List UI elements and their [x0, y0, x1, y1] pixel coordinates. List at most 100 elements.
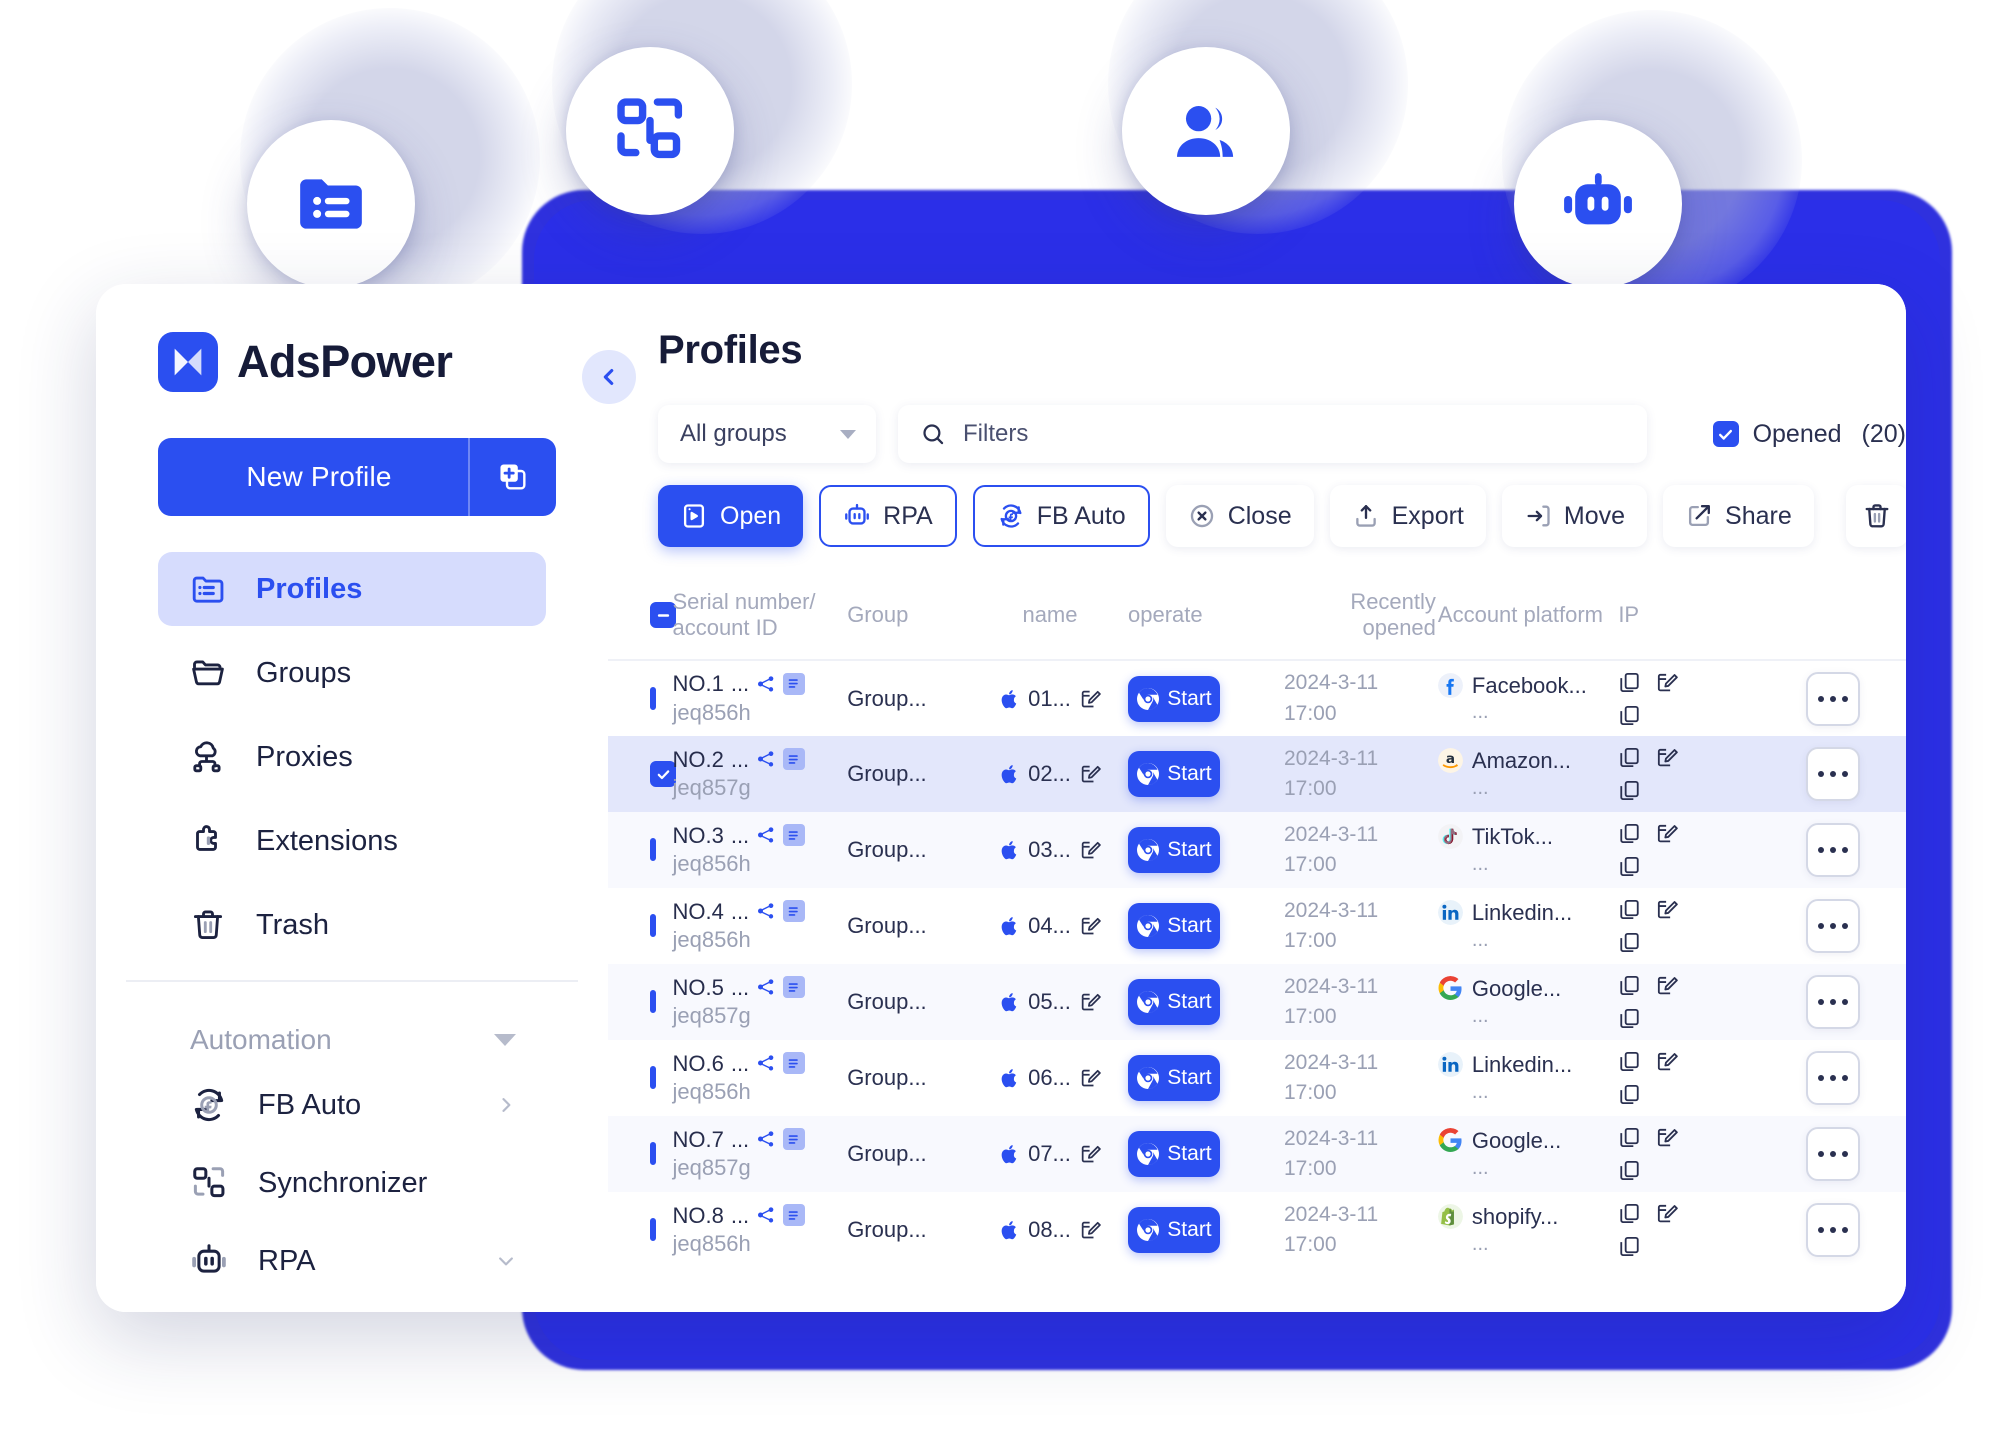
start-button[interactable]: Start: [1127, 751, 1220, 797]
table-row[interactable]: NO.3 ... jeq856h Group... 03... Start 20…: [608, 812, 1906, 888]
row-more-button[interactable]: [1806, 671, 1861, 726]
row-more-button[interactable]: [1806, 1051, 1861, 1105]
edit-icon[interactable]: [1655, 822, 1679, 845]
share-nodes-icon[interactable]: [756, 749, 776, 769]
sidebar-item-fb-auto[interactable]: FB Auto: [96, 1066, 608, 1144]
start-button[interactable]: Start: [1127, 979, 1220, 1025]
copy-icon[interactable]: [1618, 1202, 1641, 1225]
share-nodes-icon[interactable]: [756, 1205, 776, 1225]
open-button[interactable]: Open: [658, 485, 804, 547]
edit-icon[interactable]: [1655, 898, 1679, 921]
group-select[interactable]: All groups: [658, 405, 876, 463]
sidebar-item-profiles[interactable]: Profiles: [158, 552, 546, 626]
copy-icon[interactable]: [1618, 1235, 1641, 1258]
share-nodes-icon[interactable]: [756, 901, 776, 921]
edit-icon[interactable]: [1079, 763, 1101, 785]
edit-icon[interactable]: [1655, 1126, 1679, 1149]
new-profile-add-icon[interactable]: [468, 438, 556, 516]
sidebar-collapse-button[interactable]: [582, 350, 636, 404]
share-nodes-icon[interactable]: [756, 674, 776, 694]
start-button[interactable]: Start: [1127, 903, 1220, 949]
sidebar-section-automation[interactable]: Automation: [96, 1014, 608, 1066]
row-checkbox[interactable]: [650, 914, 656, 937]
start-button[interactable]: Start: [1127, 1131, 1220, 1177]
copy-icon[interactable]: [1618, 1007, 1641, 1030]
row-more-button[interactable]: [1806, 1203, 1861, 1257]
row-more-button[interactable]: [1806, 1127, 1861, 1181]
search-input[interactable]: Filters: [898, 405, 1647, 463]
copy-icon[interactable]: [1618, 779, 1641, 802]
edit-icon[interactable]: [1079, 991, 1101, 1013]
row-checkbox[interactable]: [650, 1218, 656, 1241]
share-nodes-icon[interactable]: [756, 825, 776, 845]
opened-checkbox[interactable]: Opened (20): [1712, 420, 1906, 449]
edit-icon[interactable]: [1079, 1067, 1101, 1089]
edit-icon[interactable]: [1079, 1219, 1101, 1241]
edit-icon[interactable]: [1655, 1202, 1679, 1225]
start-button[interactable]: Start: [1127, 675, 1220, 722]
edit-icon[interactable]: [1079, 839, 1101, 861]
close-button[interactable]: Close: [1165, 485, 1314, 547]
table-row[interactable]: NO.5 ... jeq857g Group... 05... Start 20…: [608, 964, 1906, 1040]
table-row[interactable]: NO.1 ... jeq856h Group... 01... Start 20…: [608, 660, 1906, 736]
copy-icon[interactable]: [1618, 671, 1641, 694]
note-icon[interactable]: [783, 1204, 806, 1227]
table-row[interactable]: NO.4 ... jeq856h Group... 04... Start 20…: [608, 888, 1906, 964]
copy-icon[interactable]: [1618, 1126, 1641, 1149]
sidebar-item-proxies[interactable]: Proxies: [158, 720, 546, 794]
copy-icon[interactable]: [1618, 704, 1641, 727]
sidebar-item-synchronizer[interactable]: Synchronizer: [96, 1144, 608, 1222]
edit-icon[interactable]: [1079, 1143, 1101, 1165]
row-checkbox[interactable]: [650, 838, 656, 861]
row-more-button[interactable]: [1806, 823, 1861, 877]
note-icon[interactable]: [783, 672, 806, 695]
rpa-button[interactable]: RPA: [819, 485, 957, 547]
row-more-button[interactable]: [1806, 747, 1861, 801]
table-row[interactable]: NO.7 ... jeq857g Group... 07... Start 20…: [608, 1116, 1906, 1192]
export-button[interactable]: Export: [1329, 485, 1486, 547]
copy-icon[interactable]: [1618, 1083, 1641, 1106]
note-icon[interactable]: [783, 824, 806, 847]
note-icon[interactable]: [783, 748, 806, 771]
copy-icon[interactable]: [1618, 746, 1641, 769]
copy-icon[interactable]: [1618, 931, 1641, 954]
edit-icon[interactable]: [1079, 688, 1101, 710]
sidebar-item-rpa[interactable]: RPA: [96, 1222, 608, 1300]
note-icon[interactable]: [783, 1128, 806, 1151]
copy-icon[interactable]: [1618, 855, 1641, 878]
row-checkbox[interactable]: [650, 990, 656, 1013]
table-row[interactable]: NO.6 ... jeq856h Group... 06... Start 20…: [608, 1040, 1906, 1116]
row-more-button[interactable]: [1806, 899, 1861, 953]
table-row[interactable]: NO.2 ... jeq857g Group... 02... Start 20…: [608, 736, 1906, 812]
edit-icon[interactable]: [1655, 671, 1679, 694]
sidebar-item-groups[interactable]: Groups: [158, 636, 546, 710]
row-checkbox[interactable]: [650, 1066, 656, 1089]
row-more-button[interactable]: [1806, 975, 1861, 1029]
start-button[interactable]: Start: [1127, 827, 1220, 873]
copy-icon[interactable]: [1618, 822, 1641, 845]
copy-icon[interactable]: [1618, 1050, 1641, 1073]
share-nodes-icon[interactable]: [756, 1129, 776, 1149]
sidebar-item-trash[interactable]: Trash: [158, 888, 546, 962]
table-row[interactable]: NO.8 ... jeq856h Group... 08... Start 20…: [608, 1192, 1906, 1268]
fb-auto-button[interactable]: FB Auto: [972, 485, 1150, 547]
start-button[interactable]: Start: [1127, 1207, 1220, 1253]
new-profile-button[interactable]: New Profile: [158, 438, 556, 516]
copy-icon[interactable]: [1618, 898, 1641, 921]
edit-icon[interactable]: [1655, 746, 1679, 769]
start-button[interactable]: Start: [1127, 1055, 1220, 1101]
copy-icon[interactable]: [1618, 974, 1641, 997]
share-button[interactable]: Share: [1663, 485, 1814, 547]
delete-button[interactable]: [1845, 485, 1906, 547]
edit-icon[interactable]: [1079, 915, 1101, 937]
note-icon[interactable]: [783, 976, 806, 999]
edit-icon[interactable]: [1655, 974, 1679, 997]
note-icon[interactable]: [783, 1052, 806, 1075]
row-checkbox[interactable]: [650, 686, 656, 710]
share-nodes-icon[interactable]: [756, 977, 776, 997]
sidebar-item-extensions[interactable]: Extensions: [158, 804, 546, 878]
row-checkbox[interactable]: [650, 1142, 656, 1165]
share-nodes-icon[interactable]: [756, 1053, 776, 1073]
copy-icon[interactable]: [1618, 1159, 1641, 1182]
note-icon[interactable]: [783, 900, 806, 923]
